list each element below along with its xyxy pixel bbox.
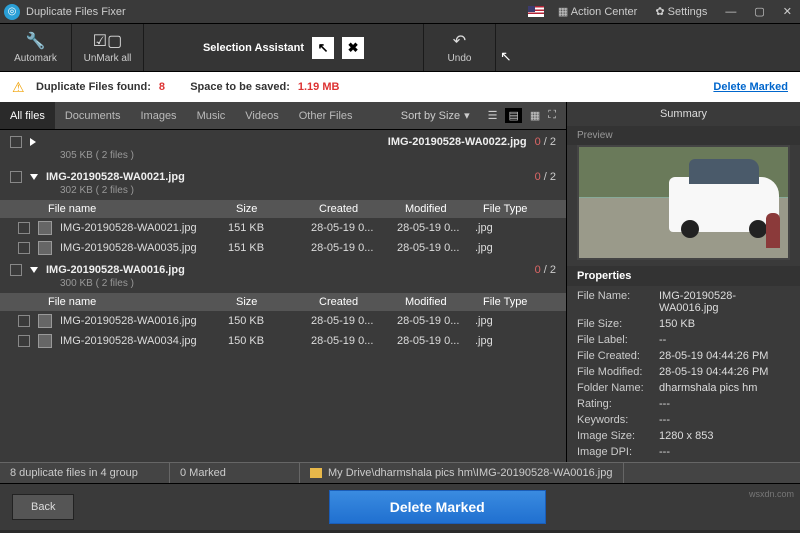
group-subtitle: 302 KB ( 2 files ) <box>0 185 566 200</box>
table-header: File nameSizeCreatedModifiedFile Type <box>0 293 566 311</box>
group-name: IMG-20190528-WA0022.jpg <box>388 136 527 148</box>
app-title: Duplicate Files Fixer <box>26 6 126 18</box>
table-row[interactable]: IMG-20190528-WA0035.jpg151 KB28-05-19 0.… <box>0 238 566 258</box>
watermark: wsxdn.com <box>749 489 794 499</box>
expand-icon[interactable] <box>30 174 38 180</box>
delete-marked-link[interactable]: Delete Marked <box>713 81 788 93</box>
tab-all[interactable]: All files <box>0 102 55 129</box>
space-label: Space to be saved: <box>190 81 290 93</box>
property-row: Image DPI:--- <box>577 444 790 460</box>
tab-videos[interactable]: Videos <box>235 102 288 129</box>
maximize-button[interactable]: ▢ <box>750 3 768 20</box>
property-row: Image Size:1280 x 853 <box>577 428 790 444</box>
property-row: File Label:-- <box>577 332 790 348</box>
group-checkbox[interactable] <box>10 264 22 276</box>
thumbnail-icon <box>38 334 52 348</box>
tools-icon[interactable]: ✖ <box>342 37 364 59</box>
view-list-icon[interactable]: ☰ <box>488 109 498 122</box>
table-row[interactable]: IMG-20190528-WA0034.jpg150 KB28-05-19 0.… <box>0 331 566 351</box>
group-name: IMG-20190528-WA0016.jpg <box>46 264 185 276</box>
property-row: File Size:150 KB <box>577 316 790 332</box>
minimize-button[interactable]: — <box>721 4 740 20</box>
undo-icon: ↶ <box>453 31 466 51</box>
tab-other[interactable]: Other Files <box>289 102 363 129</box>
preview-image <box>577 145 790 260</box>
titlebar: ◎ Duplicate Files Fixer ▦ Action Center … <box>0 0 800 24</box>
group-count: 0 / 2 <box>535 264 556 276</box>
close-button[interactable]: ✕ <box>779 3 796 20</box>
group-subtitle: 305 KB ( 2 files ) <box>0 150 566 165</box>
automark-button[interactable]: 🔧 Automark <box>0 24 72 71</box>
chevron-down-icon: ▾ <box>464 109 470 122</box>
view-detail-icon[interactable]: ▤ <box>505 108 521 123</box>
back-button[interactable]: Back <box>12 494 74 520</box>
status-path: My Drive\dharmshala pics hm\IMG-20190528… <box>300 463 624 483</box>
row-checkbox[interactable] <box>18 335 30 347</box>
settings-button[interactable]: ✿ Settings <box>651 3 711 20</box>
delete-marked-button[interactable]: Delete Marked <box>329 490 546 524</box>
row-checkbox[interactable] <box>18 315 30 327</box>
property-row: File Name:IMG-20190528-WA0016.jpg <box>577 288 790 316</box>
row-checkbox[interactable] <box>18 222 30 234</box>
unmark-all-button[interactable]: ☑▢ UnMark all <box>72 24 144 71</box>
tab-documents[interactable]: Documents <box>55 102 131 129</box>
group-count: 0 / 2 <box>535 136 556 148</box>
app-logo: ◎ <box>4 4 20 20</box>
properties-label: Properties <box>567 266 800 286</box>
properties-panel: File Name:IMG-20190528-WA0016.jpgFile Si… <box>567 286 800 462</box>
filter-tabs: All files Documents Images Music Videos … <box>0 102 566 130</box>
row-checkbox[interactable] <box>18 242 30 254</box>
selection-assistant[interactable]: Selection Assistant ↖ ✖ <box>144 24 424 71</box>
sort-by-dropdown[interactable]: Sort by Size ▾ <box>393 102 478 129</box>
space-value: 1.19 MB <box>298 81 340 93</box>
status-bar: 8 duplicate files in 4 group 0 Marked My… <box>0 462 800 484</box>
toolbar: 🔧 Automark ☑▢ UnMark all Selection Assis… <box>0 24 800 72</box>
found-label: Duplicate Files found: <box>36 81 151 93</box>
preview-label: Preview <box>567 126 800 145</box>
duplicate-list: IMG-20190528-WA0022.jpg 0 / 2 305 KB ( 2 f… <box>0 130 566 462</box>
summary-title: Summary <box>567 102 800 126</box>
property-row: Keywords:--- <box>577 412 790 428</box>
unmark-icon: ☑▢ <box>93 31 122 51</box>
expand-icon[interactable] <box>30 138 380 146</box>
tab-music[interactable]: Music <box>187 102 236 129</box>
group-checkbox[interactable] <box>10 171 22 183</box>
property-row: File Created:28-05-19 04:44:26 PM <box>577 348 790 364</box>
folder-icon <box>310 468 322 478</box>
found-count: 8 <box>159 81 165 93</box>
expand-icon[interactable] <box>30 267 38 273</box>
property-row: Folder Name:dharmshala pics hm <box>577 380 790 396</box>
group-count: 0 / 2 <box>535 171 556 183</box>
thumbnail-icon <box>38 314 52 328</box>
property-row: File Modified:28-05-19 04:44:26 PM <box>577 364 790 380</box>
fullscreen-icon[interactable]: ⛶ <box>548 109 556 122</box>
wand-icon: 🔧 <box>26 31 46 51</box>
flag-icon[interactable] <box>528 6 544 17</box>
table-row[interactable]: IMG-20190528-WA0016.jpg150 KB28-05-19 0.… <box>0 311 566 331</box>
table-row[interactable]: IMG-20190528-WA0021.jpg151 KB28-05-19 0.… <box>0 218 566 238</box>
arrow-icon[interactable]: ↖ <box>312 37 334 59</box>
status-marked: 0 Marked <box>170 463 300 483</box>
action-center-button[interactable]: ▦ Action Center <box>554 3 642 20</box>
thumbnail-icon <box>38 241 52 255</box>
warning-icon: ⚠ <box>12 79 28 95</box>
group-subtitle: 300 KB ( 2 files ) <box>0 278 566 293</box>
bottom-bar: Back Delete Marked <box>0 484 800 530</box>
group-name: IMG-20190528-WA0021.jpg <box>46 171 185 183</box>
thumbnail-icon <box>38 221 52 235</box>
notice-bar: ⚠ Duplicate Files found: 8 Space to be s… <box>0 72 800 102</box>
status-count: 8 duplicate files in 4 group <box>0 463 170 483</box>
tab-images[interactable]: Images <box>130 102 186 129</box>
group-checkbox[interactable] <box>10 136 22 148</box>
property-row: Rating:--- <box>577 396 790 412</box>
undo-button[interactable]: ↶ Undo <box>424 24 496 71</box>
view-grid-icon[interactable]: ▦ <box>530 109 540 122</box>
table-header: File nameSizeCreatedModifiedFile Type <box>0 200 566 218</box>
